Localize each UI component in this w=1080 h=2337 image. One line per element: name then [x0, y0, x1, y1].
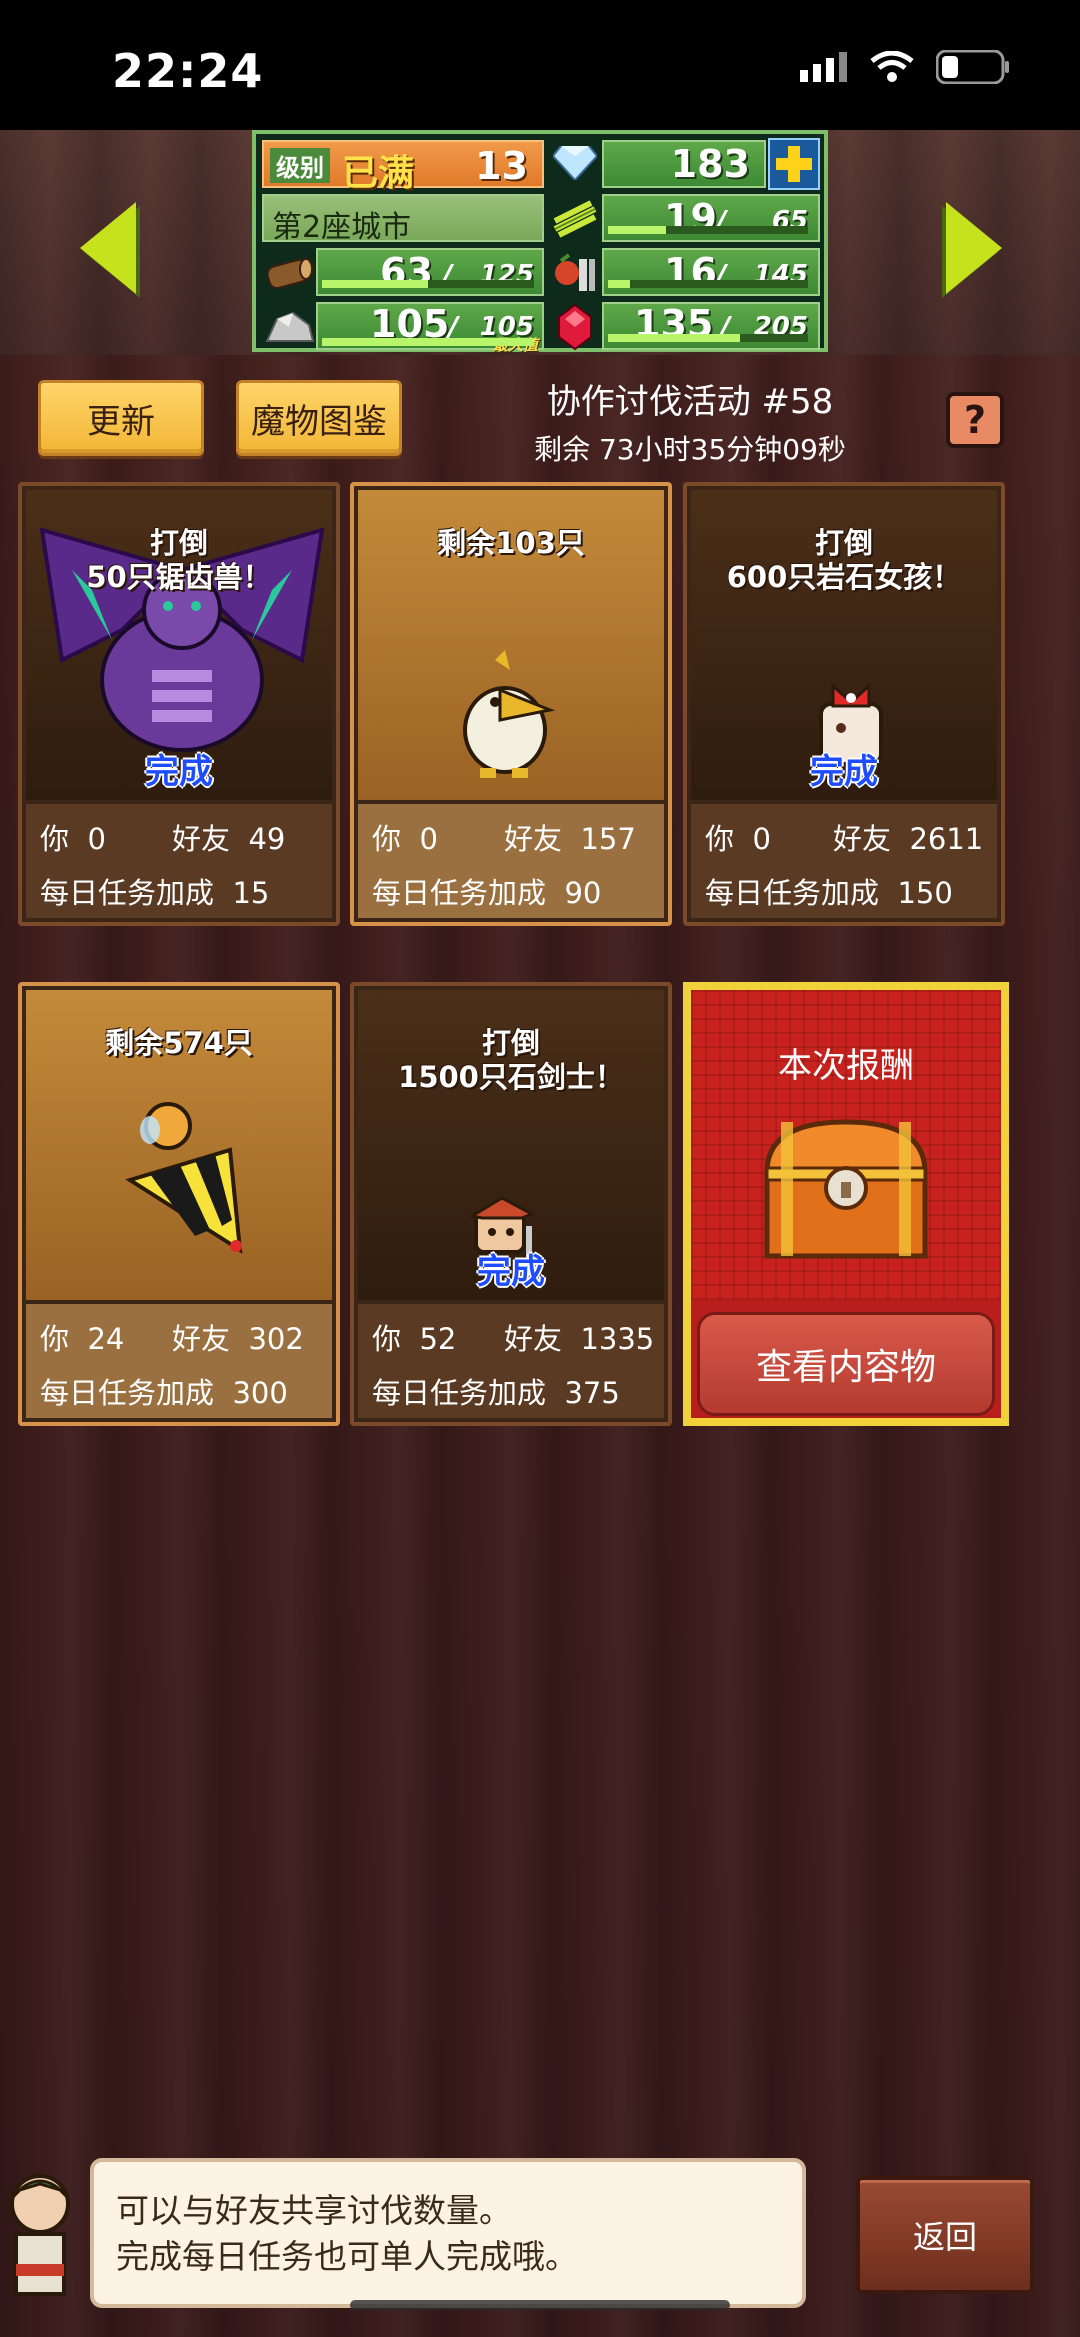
wood-bar — [322, 280, 534, 288]
daily-bonus: 每日任务加成 150 — [705, 876, 953, 910]
level-label: 级别 — [270, 148, 330, 183]
refresh-button[interactable]: 更新 — [38, 380, 204, 456]
plus-icon — [776, 146, 812, 182]
level-value: 13 — [475, 144, 528, 188]
daily-bonus: 每日任务加成 15 — [40, 876, 270, 910]
you-count: 你 52 — [372, 1322, 457, 1356]
complete-badge: 完成 — [145, 752, 213, 792]
complete-badge: 完成 — [810, 752, 878, 792]
help-button[interactable]: ? — [946, 392, 1004, 448]
crop-icon — [548, 192, 602, 246]
friend-count: 好友 2611 — [833, 822, 984, 856]
hunt-card-4[interactable]: 剩余574只 你 24 好友 302 每日任务加成 300 — [18, 982, 340, 1426]
next-city-arrow-icon[interactable] — [946, 202, 1002, 294]
home-indicator[interactable] — [350, 2300, 730, 2310]
bird-monster-sprite — [463, 650, 556, 778]
friend-count: 好友 302 — [172, 1322, 304, 1356]
hunt-card-2[interactable]: 剩余103只 你 0 好友 157 每日任务加成 90 — [350, 482, 672, 926]
tip-bubble: 可以与好友共享讨伐数量。 完成每日任务也可单人完成哦。 — [90, 2158, 806, 2308]
status-bar: 22:24 — [0, 0, 1080, 130]
friend-count: 好友 157 — [504, 822, 636, 856]
battery-icon — [936, 50, 1009, 84]
gems-cell: 183 — [602, 140, 766, 188]
resource-panel: 级别 已满 13 183 第2座城市 19 / 65 63 / 125 16 /… — [252, 130, 828, 354]
city-name: 第2座城市 — [272, 210, 412, 245]
ruby-bar — [608, 334, 808, 342]
wifi-icon — [870, 51, 914, 82]
tip-line-1: 可以与好友共享讨伐数量。 — [116, 2191, 512, 2230]
guide-character-avatar — [10, 2174, 70, 2296]
friend-count: 好友 49 — [172, 822, 286, 856]
card-title: 打倒 1500只石剑士！ — [398, 1026, 624, 1094]
hunt-card-3[interactable]: 打倒 600只岩石女孩！ 完成 你 0 好友 2611 每日任务加成 150 — [683, 482, 1005, 926]
friend-count: 好友 1335 — [504, 1322, 655, 1356]
reward-card: 本次报酬 查看内容物 — [683, 982, 1009, 1426]
crop-cell: 19 / 65 — [602, 194, 820, 242]
resource-header: 级别 已满 13 183 第2座城市 19 / 65 63 / 125 16 /… — [0, 130, 1080, 355]
card-title: 剩余103只 — [437, 526, 585, 560]
add-gems-button[interactable] — [768, 138, 820, 190]
daily-bonus: 每日任务加成 90 — [372, 876, 602, 910]
card-title: 打倒 50只锯齿兽！ — [86, 526, 272, 594]
stone-icon — [262, 300, 316, 354]
stone-cell: 105 / 105 最大值 — [316, 302, 544, 354]
stone-bar — [322, 338, 534, 346]
you-count: 你 0 — [372, 822, 438, 856]
status-icons — [800, 50, 1010, 84]
complete-badge: 完成 — [477, 1252, 545, 1292]
hunt-card-5[interactable]: 打倒 1500只石剑士！ 完成 你 52 好友 1335 每日任务加成 375 — [350, 982, 672, 1426]
level-cell: 级别 已满 13 — [262, 140, 544, 194]
prev-city-arrow-icon[interactable] — [80, 202, 136, 294]
daily-bonus: 每日任务加成 300 — [40, 1376, 288, 1410]
bee-drill-sprite — [125, 1102, 243, 1254]
you-count: 你 0 — [40, 822, 106, 856]
food-icon — [548, 246, 602, 300]
level-status: 已满 — [342, 153, 415, 194]
crop-bar — [608, 226, 808, 234]
ruby-icon — [548, 300, 602, 354]
ruby-cell: 135 / 205 — [602, 302, 820, 350]
daily-bonus: 每日任务加成 375 — [372, 1376, 620, 1410]
city-name-cell: 第2座城市 — [262, 194, 544, 245]
food-cell: 16 / 145 — [602, 248, 820, 296]
view-contents-button[interactable]: 查看内容物 — [697, 1312, 995, 1416]
event-title: 协作讨伐活动 #58 — [546, 382, 834, 422]
card-title: 剩余574只 — [105, 1026, 253, 1060]
treasure-chest-icon — [764, 1119, 928, 1259]
bestiary-button[interactable]: 魔物图鉴 — [236, 380, 402, 456]
back-button[interactable]: 返回 — [856, 2176, 1034, 2294]
wood-cell: 63 / 125 — [316, 248, 544, 296]
card-title: 打倒 600只岩石女孩！ — [726, 526, 962, 594]
wood-log-icon — [262, 246, 316, 300]
event-remaining-time: 剩余 73小时35分钟09秒 — [534, 433, 846, 466]
status-time: 22:24 — [112, 44, 264, 98]
diamond-icon — [548, 136, 602, 190]
reward-title: 本次报酬 — [778, 1046, 914, 1086]
signal-icon — [800, 52, 847, 82]
reward-panel: 本次报酬 — [691, 990, 1001, 1300]
food-bar — [608, 280, 808, 288]
tip-line-2: 完成每日任务也可单人完成哦。 — [116, 2237, 578, 2276]
you-count: 你 24 — [40, 1322, 125, 1356]
hunt-card-1[interactable]: 打倒 50只锯齿兽！ 完成 你 0 好友 49 每日任务加成 15 — [18, 482, 340, 926]
gems-count: 183 — [670, 142, 750, 186]
you-count: 你 0 — [705, 822, 771, 856]
